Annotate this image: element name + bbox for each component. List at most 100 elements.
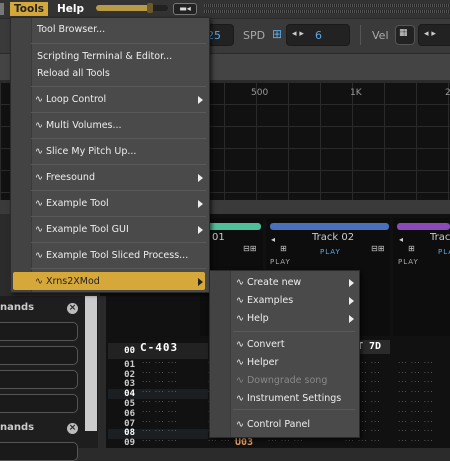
track-01-name: 01: [212, 232, 225, 243]
command-input[interactable]: [0, 346, 78, 365]
tools-menu-item[interactable]: ∿ Example Tool: [35, 197, 109, 210]
track-03-color[interactable]: [397, 223, 450, 230]
empty-cell[interactable]: ··· ··· ···: [398, 369, 433, 377]
menu-edge: [0, 3, 4, 15]
tools-menu-item[interactable]: ∿ Loop Control: [35, 93, 106, 106]
submenu-item[interactable]: ∿ Create new: [236, 276, 301, 289]
empty-cell[interactable]: ··· ··· ···: [142, 427, 177, 435]
tools-menu-item[interactable]: ∿ Multi Volumes...: [35, 119, 122, 132]
row-number: 05: [124, 399, 135, 409]
tools-menu-item[interactable]: ∿ Example Tool GUI: [35, 223, 129, 236]
submenu-item[interactable]: ∿ Examples: [236, 294, 293, 307]
menu-gutter: [210, 271, 231, 437]
vel-box[interactable]: ◂ ▸: [418, 24, 450, 46]
empty-cell[interactable]: ··· ··· ···: [208, 437, 243, 445]
close-icon[interactable]: ×: [67, 423, 78, 434]
menu-separator: [233, 409, 355, 410]
track-03-name: Trac: [430, 232, 450, 243]
panel-toggle-button[interactable]: ▬◂: [173, 3, 197, 15]
vel-arrows-icon[interactable]: ◂ ▸: [424, 29, 436, 39]
menu-bar: Tools Help ▬◂: [0, 0, 450, 18]
track-02-left-arrow-icon[interactable]: ◂: [271, 235, 275, 244]
tools-menu-item[interactable]: Tool Browser...: [37, 23, 105, 36]
track-02-sub-play[interactable]: PLAY: [270, 258, 291, 266]
empty-cell[interactable]: ··· ··· ···: [142, 369, 177, 377]
spd-grid-icon[interactable]: ⊞: [272, 27, 282, 41]
fx-cell[interactable]: T 7D: [357, 341, 381, 352]
note-cell[interactable]: C-403: [140, 341, 178, 354]
submenu-item[interactable]: ∿ Control Panel: [236, 418, 310, 431]
menu-separator: [233, 331, 355, 332]
slider-knob[interactable]: [147, 3, 153, 13]
commands-title: nands: [0, 302, 35, 313]
empty-cell[interactable]: ··· ··· ···: [142, 437, 177, 445]
menu-separator: [31, 164, 206, 165]
tools-menu-item[interactable]: ∿ Example Tool Sliced Process...: [35, 249, 188, 262]
submenu-item[interactable]: ∿ Instrument Settings: [236, 392, 341, 405]
tools-menu-item[interactable]: ∿ Slice My Pitch Up...: [35, 145, 136, 158]
empty-cell[interactable]: ··· ··· ···: [142, 418, 177, 426]
command-input[interactable]: [0, 370, 78, 389]
row-number: 00: [124, 346, 135, 356]
slider-fill: [96, 5, 150, 11]
close-icon[interactable]: ×: [67, 303, 78, 314]
empty-cell[interactable]: ··· ··· ···: [268, 437, 303, 445]
spd-value: 6: [315, 29, 322, 42]
track-03-left-arrow-icon[interactable]: ◂: [399, 235, 403, 244]
empty-cell[interactable]: ··· ··· ···: [398, 418, 433, 426]
row-number: 07: [124, 418, 135, 429]
freq-label: 2: [445, 88, 450, 98]
menu-tools[interactable]: Tools: [10, 2, 49, 16]
submenu-item[interactable]: ∿ Helper: [236, 356, 278, 369]
menu-help[interactable]: Help: [53, 2, 88, 16]
empty-cell[interactable]: ··· ··· ···: [398, 388, 433, 396]
empty-cell[interactable]: ··· ··· ···: [398, 408, 433, 416]
panel-toggle-icon: ▬◂: [179, 4, 191, 13]
command-input[interactable]: [0, 442, 78, 461]
empty-cell[interactable]: ··· ··· ···: [345, 437, 380, 445]
command-input[interactable]: [0, 322, 78, 341]
menu-separator: [31, 43, 206, 44]
track-02-play[interactable]: PLAY: [320, 248, 341, 256]
spd-arrows-icon[interactable]: ◂ ▸: [292, 29, 304, 39]
track-01-color[interactable]: [207, 223, 261, 230]
track-01-collapse-icons[interactable]: ⊟⊞: [243, 244, 256, 253]
empty-cell[interactable]: ··· ··· ···: [398, 359, 433, 367]
splitter[interactable]: [100, 296, 106, 448]
empty-cell[interactable]: ··· ··· ···: [142, 378, 177, 386]
menu-separator: [31, 86, 206, 87]
tools-menu-item[interactable]: Scripting Terminal & Editor...: [37, 50, 172, 63]
track-02-color[interactable]: [270, 223, 389, 230]
track-02-collapse-icons[interactable]: ⊟⊞: [371, 244, 384, 253]
submenu-arrow-icon: [349, 279, 354, 287]
submenu-item[interactable]: ∿ Help: [236, 312, 269, 325]
empty-cell[interactable]: ··· ··· ···: [398, 437, 433, 445]
menu-separator: [31, 112, 206, 113]
master-volume-slider[interactable]: [96, 3, 168, 13]
vel-label: Vel: [372, 29, 389, 42]
spd-box[interactable]: ◂ ▸ 6: [286, 24, 350, 46]
command-input[interactable]: [0, 394, 78, 413]
empty-cell[interactable]: ··· ··· ···: [398, 427, 433, 435]
empty-cell[interactable]: ··· ··· ···: [142, 388, 177, 396]
commands-title: nands: [0, 422, 35, 433]
empty-cell[interactable]: ··· ··· ···: [142, 359, 177, 367]
menu-separator: [31, 138, 206, 139]
menu-separator: [31, 216, 206, 217]
track-03-play[interactable]: PLA: [438, 248, 450, 256]
velocity-keyboard-button[interactable]: ▦: [395, 25, 415, 45]
left-panel-scrollbar[interactable]: [85, 296, 97, 431]
row-number: 03: [124, 379, 135, 390]
row-number: 08: [124, 428, 135, 439]
submenu-item[interactable]: ∿ Convert: [236, 338, 285, 351]
tools-menu-item[interactable]: ∿ Xrns2XMod: [35, 275, 100, 288]
empty-cell[interactable]: ··· ··· ···: [398, 398, 433, 406]
empty-cell[interactable]: ··· ··· ···: [398, 378, 433, 386]
track-03-add-icon[interactable]: ⊞: [408, 244, 415, 253]
tools-menu-item[interactable]: ∿ Freesound: [35, 171, 95, 184]
track-03-sub-play[interactable]: PLAY: [398, 258, 419, 266]
empty-cell[interactable]: ··· ··· ···: [142, 408, 177, 416]
empty-cell[interactable]: ··· ··· ···: [142, 398, 177, 406]
tools-menu-item[interactable]: Reload all Tools: [37, 67, 110, 80]
track-02-add-icon[interactable]: ⊞: [280, 244, 287, 253]
